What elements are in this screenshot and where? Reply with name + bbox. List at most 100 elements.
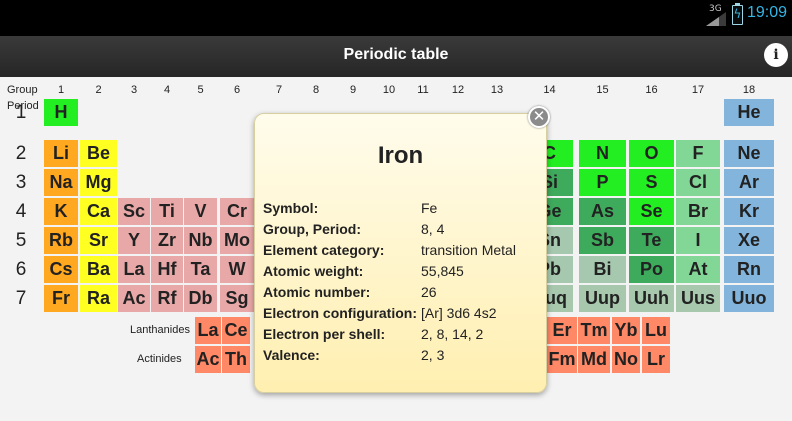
element-cell-fr[interactable]: Fr [44, 285, 78, 312]
period-number: 7 [15, 288, 27, 309]
element-cell-uup[interactable]: Uup [579, 285, 626, 312]
property-row: Atomic number: 26 [263, 284, 543, 305]
element-cell-hf[interactable]: Hf [151, 256, 183, 283]
property-label: Symbol: [263, 200, 319, 216]
element-cell-zr[interactable]: Zr [151, 227, 183, 254]
element-cell-sc[interactable]: Sc [118, 198, 150, 225]
group-number: 6 [233, 84, 241, 96]
element-cell-uuo[interactable]: Uuo [724, 285, 774, 312]
element-cell-ca[interactable]: Ca [80, 198, 117, 225]
element-cell-cl[interactable]: Cl [676, 169, 720, 196]
group-number: 11 [417, 84, 429, 96]
element-cell-bi[interactable]: Bi [579, 256, 626, 283]
actinide-cell-ac[interactable]: Ac [195, 346, 221, 373]
group-number: 4 [163, 84, 171, 96]
property-row: Atomic weight: 55,845 [263, 263, 543, 284]
element-cell-br[interactable]: Br [676, 198, 720, 225]
element-cell-po[interactable]: Po [629, 256, 674, 283]
element-cell-sg[interactable]: Sg [220, 285, 254, 312]
action-bar: Periodic table i [0, 36, 792, 78]
element-cell-ar[interactable]: Ar [724, 169, 774, 196]
property-row: Electron configuration: [Ar] 3d6 4s2 [263, 305, 543, 326]
element-cell-te[interactable]: Te [629, 227, 674, 254]
element-cell-s[interactable]: S [629, 169, 674, 196]
element-cell-rb[interactable]: Rb [44, 227, 78, 254]
element-cell-o[interactable]: O [629, 140, 674, 167]
element-cell-p[interactable]: P [579, 169, 626, 196]
property-row: Valence: 2, 3 [263, 347, 543, 368]
property-value: 2, 8, 14, 2 [421, 326, 484, 342]
element-cell-na[interactable]: Na [44, 169, 78, 196]
property-row: Symbol: Fe [263, 200, 543, 221]
element-cell-ti[interactable]: Ti [151, 198, 183, 225]
lanthanide-cell-ce[interactable]: Ce [222, 317, 250, 344]
group-number: 2 [95, 84, 102, 96]
element-cell-ac[interactable]: Ac [118, 285, 150, 312]
element-cell-n[interactable]: N [579, 140, 626, 167]
element-cell-k[interactable]: K [44, 198, 78, 225]
property-label: Electron configuration: [263, 305, 417, 321]
element-cell-xe[interactable]: Xe [724, 227, 774, 254]
element-cell-f[interactable]: F [676, 140, 720, 167]
element-cell-sr[interactable]: Sr [80, 227, 117, 254]
element-cell-la[interactable]: La [118, 256, 150, 283]
page-title: Periodic table [343, 46, 449, 63]
element-cell-h[interactable]: H [44, 99, 78, 126]
element-cell-at[interactable]: At [676, 256, 720, 283]
group-number: 7 [275, 84, 283, 96]
element-cell-ne[interactable]: Ne [724, 140, 774, 167]
element-cell-ba[interactable]: Ba [80, 256, 117, 283]
close-icon[interactable]: ✕ [528, 106, 550, 128]
actinide-cell-th[interactable]: Th [222, 346, 250, 373]
element-cell-be[interactable]: Be [80, 140, 117, 167]
element-cell-as[interactable]: As [579, 198, 626, 225]
group-number: 10 [382, 84, 396, 96]
element-cell-li[interactable]: Li [44, 140, 78, 167]
period-number: 2 [15, 143, 27, 164]
element-cell-ra[interactable]: Ra [80, 285, 117, 312]
element-cell-uuh[interactable]: Uuh [629, 285, 674, 312]
group-number: 9 [349, 84, 357, 96]
element-name: Iron [377, 142, 424, 169]
group-number: 13 [490, 84, 504, 96]
element-cell-v[interactable]: V [184, 198, 217, 225]
element-cell-rf[interactable]: Rf [151, 285, 183, 312]
group-number: 8 [312, 84, 320, 96]
element-detail-popup: Iron Symbol: Fe Group, Period: 8, 4 Element … [254, 113, 547, 393]
element-cell-y[interactable]: Y [118, 227, 150, 254]
actinide-cell-fm[interactable]: Fm [547, 346, 577, 373]
element-cell-rn[interactable]: Rn [724, 256, 774, 283]
element-cell-se[interactable]: Se [629, 198, 674, 225]
lanthanide-cell-lu[interactable]: Lu [642, 317, 670, 344]
element-cell-ta[interactable]: Ta [184, 256, 217, 283]
lanthanide-cell-yb[interactable]: Yb [612, 317, 640, 344]
property-value: 26 [421, 284, 437, 300]
element-cell-w[interactable]: W [220, 256, 254, 283]
element-cell-i[interactable]: I [676, 227, 720, 254]
period-number: 5 [15, 230, 27, 251]
element-cell-cr[interactable]: Cr [220, 198, 254, 225]
actinide-cell-lr[interactable]: Lr [642, 346, 670, 373]
element-cell-mg[interactable]: Mg [80, 169, 117, 196]
property-label: Atomic number: [263, 284, 371, 300]
element-cell-he[interactable]: He [724, 99, 774, 126]
lanthanide-cell-la[interactable]: La [195, 317, 221, 344]
info-icon[interactable]: i [764, 43, 788, 67]
element-cell-sb[interactable]: Sb [579, 227, 626, 254]
element-cell-nb[interactable]: Nb [184, 227, 217, 254]
period-number: 4 [15, 201, 27, 222]
element-cell-mo[interactable]: Mo [220, 227, 254, 254]
group-header-label: Group [7, 84, 38, 96]
element-cell-uus[interactable]: Uus [676, 285, 720, 312]
signal-icon [706, 12, 726, 26]
group-number: 15 [596, 84, 609, 96]
element-cell-cs[interactable]: Cs [44, 256, 78, 283]
actinide-cell-no[interactable]: No [612, 346, 640, 373]
lanthanide-cell-tm[interactable]: Tm [578, 317, 610, 344]
actinide-cell-md[interactable]: Md [578, 346, 610, 373]
element-cell-kr[interactable]: Kr [724, 198, 774, 225]
lanthanide-cell-er[interactable]: Er [547, 317, 577, 344]
group-number: 5 [197, 84, 204, 96]
lanthanides-label: Lanthanides [130, 324, 190, 336]
element-cell-db[interactable]: Db [184, 285, 217, 312]
